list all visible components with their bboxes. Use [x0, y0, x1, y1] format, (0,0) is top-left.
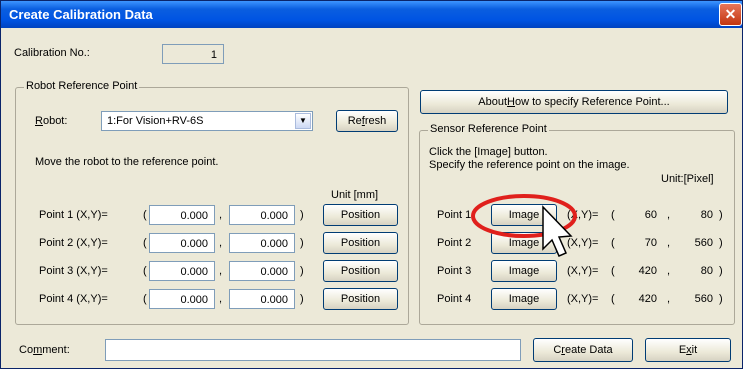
robot-y-field[interactable]: 0.000 [229, 261, 295, 281]
sensor-group-title: Sensor Reference Point [428, 123, 549, 135]
sensor-point-label: Point 2 [437, 237, 472, 249]
comma: , [667, 293, 671, 305]
sensor-unit-label: Unit:[Pixel] [661, 173, 714, 185]
robot-y-field[interactable]: 0.000 [229, 233, 295, 253]
comment-input[interactable] [105, 339, 521, 361]
paren-close: ) [300, 237, 304, 249]
about-reference-point-button[interactable]: About How to specify Reference Point... [420, 90, 728, 114]
sensor-point-label: Point 4 [437, 293, 472, 305]
close-icon: ✕ [724, 6, 737, 22]
robot-unit-label: Unit [mm] [331, 189, 379, 201]
refresh-button[interactable]: Re f resh [336, 110, 398, 132]
window-title: Create Calibration Data [9, 7, 153, 22]
comma: , [667, 265, 671, 277]
sensor-instruction-2: Specify the reference point on the image… [429, 159, 630, 171]
close-button[interactable]: ✕ [719, 3, 742, 26]
comma: , [219, 293, 223, 305]
sensor-point-label: Point 1 [437, 209, 472, 221]
paren-open: ( [143, 293, 147, 305]
position-button-1[interactable]: Position [323, 204, 398, 226]
mouse-pointer-icon [542, 205, 573, 257]
robot-group-title: Robot Reference Point [24, 80, 140, 92]
comma: , [219, 237, 223, 249]
sensor-x-value: 60 [644, 209, 657, 221]
position-button-2[interactable]: Position [323, 232, 398, 254]
chevron-down-icon[interactable]: ▼ [295, 113, 311, 129]
comma: , [667, 209, 671, 221]
robot-point-label: Point 3 (X,Y)= [39, 265, 108, 277]
robot-label: Robot: [35, 115, 68, 127]
paren-open: ( [611, 293, 615, 305]
paren-close: ) [719, 265, 723, 277]
position-button-4[interactable]: Position [323, 288, 398, 310]
robot-select[interactable]: 1:For Vision+RV-6S ▼ [101, 111, 313, 131]
robot-y-field[interactable]: 0.000 [229, 289, 295, 309]
sensor-y-value: 80 [700, 265, 713, 277]
comma: , [219, 209, 223, 221]
sensor-x-value: 70 [644, 237, 657, 249]
sensor-y-value: 560 [694, 293, 713, 305]
sensor-y-value: 80 [700, 209, 713, 221]
position-button-3[interactable]: Position [323, 260, 398, 282]
exit-button[interactable]: Ex it [645, 338, 731, 362]
calibration-number-field: 1 [162, 44, 224, 64]
calibration-label: Calibration No.: [14, 47, 90, 59]
highlight-annotation [471, 194, 577, 257]
sensor-x-value: 420 [638, 265, 657, 277]
robot-point-label: Point 2 (X,Y)= [39, 237, 108, 249]
sensor-x-value: 420 [638, 293, 657, 305]
comma: , [667, 237, 671, 249]
paren-close: ) [719, 293, 723, 305]
paren-open: ( [143, 237, 147, 249]
paren-close: ) [300, 293, 304, 305]
robot-x-field[interactable]: 0.000 [149, 233, 215, 253]
robot-select-value: 1:For Vision+RV-6S [107, 115, 204, 127]
comma: , [219, 265, 223, 277]
paren-open: ( [611, 209, 615, 221]
paren-open: ( [143, 209, 147, 221]
robot-y-field[interactable]: 0.000 [229, 205, 295, 225]
robot-point-label: Point 1 (X,Y)= [39, 209, 108, 221]
image-button-4[interactable]: Image [491, 288, 557, 310]
sensor-point-label: Point 3 [437, 265, 472, 277]
sensor-y-value: 560 [694, 237, 713, 249]
comment-label: Comment: [19, 344, 70, 356]
sensor-instruction-1: Click the [Image] button. [429, 146, 548, 158]
dialog-window: Create Calibration Data ✕ Calibration No… [0, 0, 743, 369]
robot-instruction: Move the robot to the reference point. [35, 156, 219, 168]
paren-close: ) [719, 209, 723, 221]
create-data-button[interactable]: Cr eate Data [533, 338, 633, 362]
title-bar: Create Calibration Data ✕ [1, 1, 742, 28]
coord-label: (X,Y)= [567, 293, 599, 305]
paren-open: ( [611, 265, 615, 277]
robot-x-field[interactable]: 0.000 [149, 261, 215, 281]
paren-close: ) [300, 209, 304, 221]
paren-close: ) [300, 265, 304, 277]
paren-close: ) [719, 237, 723, 249]
paren-open: ( [143, 265, 147, 277]
robot-point-label: Point 4 (X,Y)= [39, 293, 108, 305]
robot-x-field[interactable]: 0.000 [149, 205, 215, 225]
paren-open: ( [611, 237, 615, 249]
robot-x-field[interactable]: 0.000 [149, 289, 215, 309]
